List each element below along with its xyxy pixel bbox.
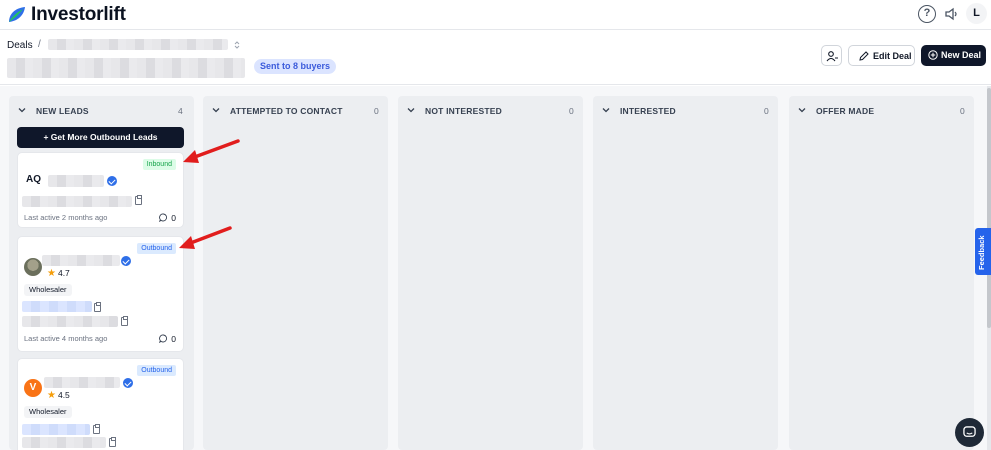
rating-value: 4.7 bbox=[57, 268, 70, 278]
comment-count: 0 bbox=[171, 213, 176, 223]
feedback-label: Feedback bbox=[977, 235, 986, 270]
verified-icon bbox=[107, 176, 117, 186]
annotation-arrow-inbound bbox=[183, 139, 240, 163]
chat-launcher-button[interactable] bbox=[955, 418, 984, 447]
chevron-down-icon[interactable] bbox=[18, 106, 26, 114]
lead-card[interactable]: Outbound ★ 4.7 Wholesaler Last active 4 m… bbox=[17, 236, 184, 352]
comment-icon[interactable] bbox=[159, 334, 168, 343]
new-deal-button[interactable]: New Deal bbox=[921, 45, 986, 66]
lead-avatar-initial: V bbox=[24, 379, 42, 397]
column-title: NOT INTERESTED bbox=[425, 106, 502, 116]
column-title: NEW LEADS bbox=[36, 106, 89, 116]
star-icon: ★ bbox=[47, 268, 56, 279]
get-more-leads-button[interactable]: + Get More Outbound Leads bbox=[17, 127, 184, 148]
last-active-text: Last active 2 months ago bbox=[24, 213, 108, 222]
chat-icon bbox=[963, 426, 976, 437]
clipboard-icon[interactable] bbox=[93, 424, 100, 434]
column-count: 0 bbox=[960, 106, 965, 116]
clipboard-icon[interactable] bbox=[109, 437, 116, 447]
lead-contact-redacted bbox=[22, 196, 132, 207]
role-chip: Wholesaler bbox=[24, 406, 72, 418]
rating: ★ 4.7 bbox=[47, 268, 70, 279]
column-header[interactable]: NEW LEADS 4 bbox=[9, 96, 194, 126]
lead-avatar-photo bbox=[24, 258, 42, 276]
column-header[interactable]: OFFER MADE 0 bbox=[789, 96, 974, 126]
lead-email-redacted bbox=[22, 301, 92, 312]
edit-deal-button[interactable]: Edit Deal bbox=[848, 45, 915, 66]
lead-email-redacted bbox=[22, 424, 90, 435]
brand-name[interactable]: Investorlift bbox=[31, 4, 126, 26]
deal-title-redacted bbox=[7, 58, 245, 78]
lead-phone-redacted bbox=[22, 316, 118, 327]
leaf-logo-icon[interactable] bbox=[7, 5, 27, 24]
lead-name-redacted bbox=[44, 377, 120, 388]
help-icon[interactable]: ? bbox=[918, 5, 936, 23]
clipboard-icon[interactable] bbox=[94, 302, 101, 312]
lead-name-redacted bbox=[42, 255, 120, 266]
lead-source-tag: Outbound bbox=[137, 365, 176, 376]
lead-phone-redacted bbox=[22, 437, 106, 448]
column-header[interactable]: NOT INTERESTED 0 bbox=[398, 96, 583, 126]
breadcrumb-deal-name-redacted[interactable] bbox=[48, 39, 228, 50]
lead-source-tag: Outbound bbox=[137, 243, 176, 254]
lead-name-redacted bbox=[48, 175, 104, 187]
column-title: ATTEMPTED TO CONTACT bbox=[230, 106, 343, 116]
lead-initials: AQ bbox=[26, 174, 41, 185]
chevron-down-icon[interactable] bbox=[798, 106, 806, 114]
rating: ★ 4.5 bbox=[47, 390, 70, 401]
column-count: 4 bbox=[178, 106, 183, 116]
column-header[interactable]: ATTEMPTED TO CONTACT 0 bbox=[203, 96, 388, 126]
status-badge[interactable]: Sent to 8 buyers bbox=[254, 59, 337, 74]
feedback-tab[interactable]: Feedback bbox=[975, 228, 991, 275]
lead-card[interactable]: Inbound AQ Last active 2 months ago 0 bbox=[17, 152, 184, 228]
top-bar: Investorlift ? L bbox=[0, 0, 991, 30]
verified-icon bbox=[123, 378, 133, 388]
user-avatar[interactable]: L bbox=[966, 3, 987, 24]
column-not-interested: NOT INTERESTED 0 bbox=[398, 96, 583, 450]
chevron-updown-icon[interactable] bbox=[234, 40, 240, 50]
assign-user-button[interactable] bbox=[821, 45, 842, 66]
pencil-icon bbox=[859, 51, 869, 61]
comment-icon[interactable] bbox=[159, 213, 168, 222]
rating-value: 4.5 bbox=[57, 390, 70, 400]
lead-card[interactable]: Outbound V ★ 4.5 Wholesaler bbox=[17, 358, 184, 450]
star-icon: ★ bbox=[47, 390, 56, 401]
column-count: 0 bbox=[764, 106, 769, 116]
chevron-down-icon[interactable] bbox=[212, 106, 220, 114]
verified-icon bbox=[121, 256, 131, 266]
column-offer-made: OFFER MADE 0 bbox=[789, 96, 974, 450]
chevron-down-icon[interactable] bbox=[407, 106, 415, 114]
deal-header: Deals / Sent to 8 buyers Edit Deal New D… bbox=[0, 31, 991, 85]
breadcrumb-deals[interactable]: Deals bbox=[7, 40, 33, 51]
lead-source-tag: Inbound bbox=[142, 159, 176, 170]
column-title: INTERESTED bbox=[620, 106, 676, 116]
breadcrumb-separator: / bbox=[38, 39, 41, 50]
annotation-arrow-outbound bbox=[179, 226, 232, 249]
column-count: 0 bbox=[374, 106, 379, 116]
speaker-icon[interactable] bbox=[945, 7, 959, 21]
edit-deal-label: Edit Deal bbox=[873, 51, 912, 61]
plus-circle-icon bbox=[928, 50, 938, 60]
role-chip: Wholesaler bbox=[24, 284, 72, 296]
column-count: 0 bbox=[569, 106, 574, 116]
clipboard-icon[interactable] bbox=[121, 316, 128, 326]
clipboard-icon[interactable] bbox=[135, 195, 142, 205]
column-header[interactable]: INTERESTED 0 bbox=[593, 96, 778, 126]
user-icon bbox=[826, 51, 838, 62]
chevron-down-icon[interactable] bbox=[602, 106, 610, 114]
column-title: OFFER MADE bbox=[816, 106, 875, 116]
last-active-text: Last active 4 months ago bbox=[24, 334, 108, 343]
new-deal-label: New Deal bbox=[941, 50, 982, 60]
column-interested: INTERESTED 0 bbox=[593, 96, 778, 450]
scrollbar-thumb[interactable] bbox=[987, 88, 991, 328]
comment-count: 0 bbox=[171, 334, 176, 344]
